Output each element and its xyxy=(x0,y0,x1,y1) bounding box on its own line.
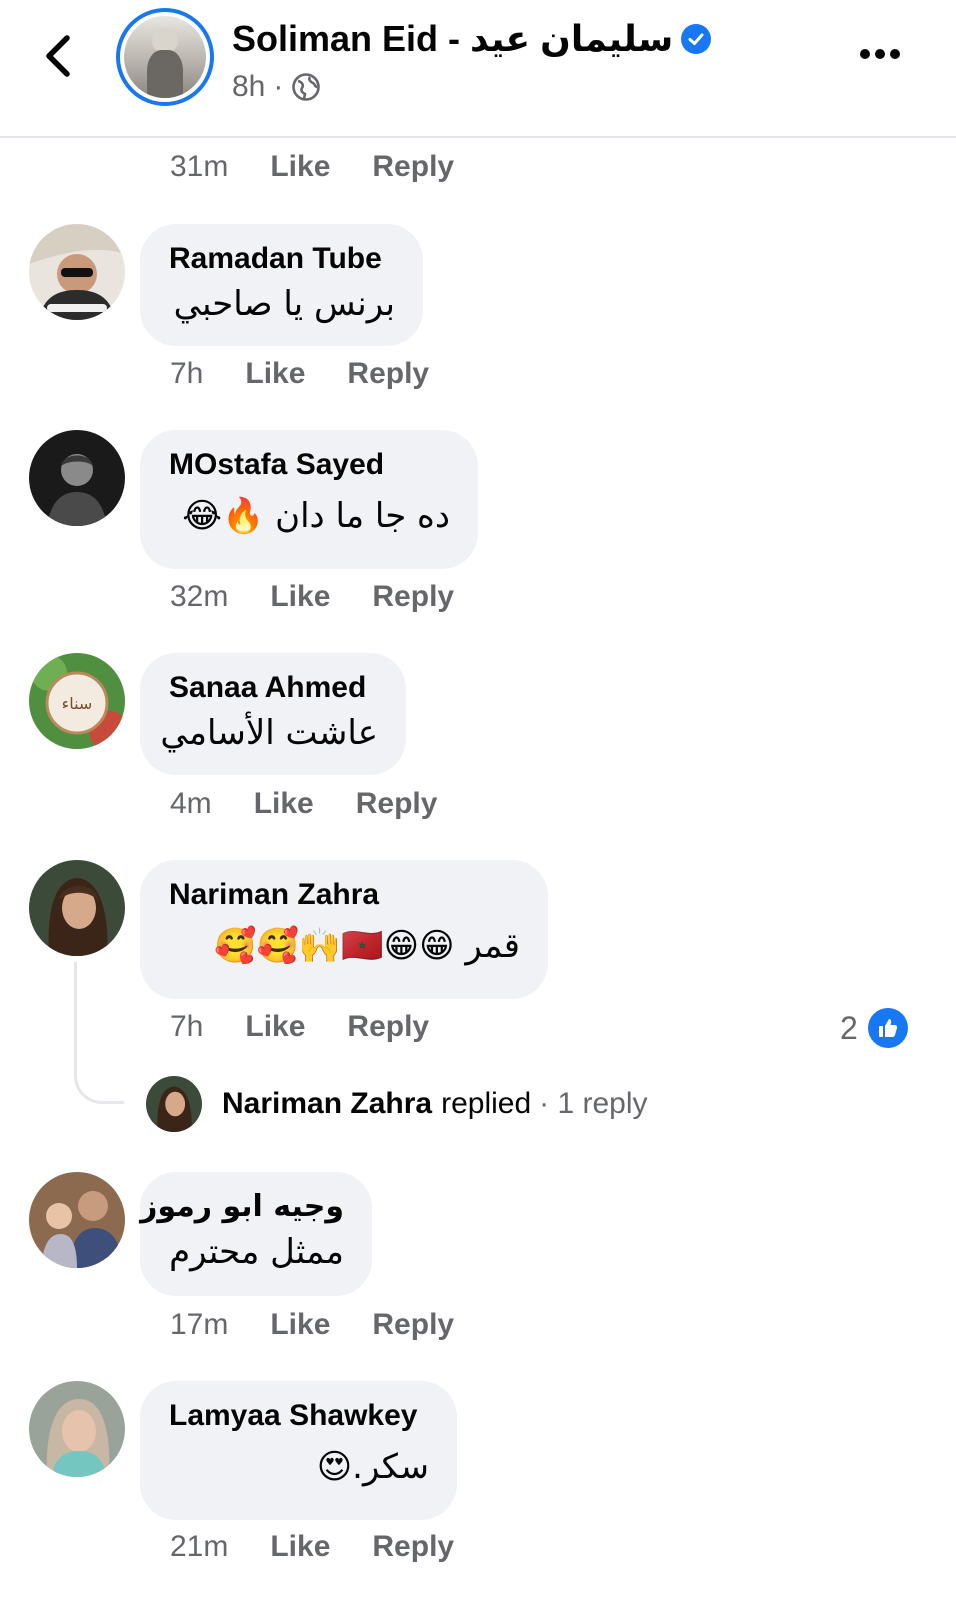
thread-connector xyxy=(74,962,124,1104)
page-title[interactable]: Soliman Eid - سليمان عيد xyxy=(232,18,712,60)
avatar[interactable] xyxy=(29,1381,125,1477)
more-dots-icon xyxy=(860,49,900,59)
comment-text: ممثل محترم xyxy=(169,1232,344,1272)
comment-actions: 32m Like Reply xyxy=(170,580,496,614)
comment-bubble[interactable]: MOstafa Sayed ده جا ما دان 🔥😂 xyxy=(140,430,478,569)
comment-text: ده جا ما دان 🔥😂 xyxy=(182,496,450,536)
globe-icon xyxy=(292,73,321,101)
like-button[interactable]: Like xyxy=(270,580,330,614)
comment-bubble[interactable]: Nariman Zahra قمر 😁😁🇲🇦🙌🥰🥰 xyxy=(140,860,548,999)
comment-actions: 4m Like Reply xyxy=(170,787,479,821)
comment-actions: 7h Like Reply xyxy=(170,1010,471,1044)
profile-name[interactable]: Soliman Eid - سليمان عيد xyxy=(232,18,673,60)
profile-avatar[interactable] xyxy=(116,8,214,106)
profile-photo xyxy=(124,16,206,98)
reply-count: · 1 reply xyxy=(539,1087,648,1120)
back-button[interactable] xyxy=(30,28,86,84)
comment-author[interactable]: Sanaa Ahmed xyxy=(169,669,378,707)
comment-author[interactable]: MOstafa Sayed xyxy=(169,446,450,484)
comment-time[interactable]: 7h xyxy=(170,357,203,391)
reply-button[interactable]: Reply xyxy=(372,150,454,184)
comment-actions: 17m Like Reply xyxy=(170,1308,496,1342)
reply-button[interactable]: Reply xyxy=(372,580,454,614)
reply-button[interactable]: Reply xyxy=(372,1308,454,1342)
avatar-photo xyxy=(29,430,125,526)
avatar[interactable] xyxy=(29,1172,125,1268)
avatar-photo: سناء xyxy=(29,653,125,749)
avatar[interactable] xyxy=(29,860,125,956)
avatar-photo xyxy=(29,224,125,320)
comment-bubble[interactable]: Ramadan Tube برنس يا صاحبي xyxy=(140,224,423,346)
comment-author[interactable]: Lamyaa Shawkey xyxy=(169,1397,429,1435)
like-button[interactable]: Like xyxy=(245,357,305,391)
avatar[interactable] xyxy=(29,430,125,526)
like-reaction-icon xyxy=(867,1008,908,1048)
reply-verb: replied xyxy=(441,1087,532,1120)
comment-time[interactable]: 7h xyxy=(170,1010,203,1044)
like-button[interactable]: Like xyxy=(254,787,314,821)
view-replies-link[interactable]: Nariman Zahra replied · 1 reply xyxy=(146,1076,648,1132)
reply-author: Nariman Zahra xyxy=(222,1087,433,1120)
comment-text: قمر 😁😁🇲🇦🙌🥰🥰 xyxy=(214,926,520,966)
reply-button[interactable]: Reply xyxy=(356,787,438,821)
like-button[interactable]: Like xyxy=(270,1530,330,1564)
post-header: Soliman Eid - سليمان عيد 8h · xyxy=(0,0,956,138)
avatar-photo xyxy=(29,1172,125,1268)
reply-avatar xyxy=(146,1076,202,1132)
comment-text: عاشت الأسامي xyxy=(160,713,378,753)
reply-button[interactable]: Reply xyxy=(347,1010,429,1044)
reaction-count[interactable]: 2 xyxy=(840,1008,908,1048)
post-time[interactable]: 8h xyxy=(232,70,265,104)
comment-bubble[interactable]: وجيه ابو رموز ممثل محترم xyxy=(140,1172,372,1296)
like-button[interactable]: Like xyxy=(245,1010,305,1044)
reply-button[interactable]: Reply xyxy=(372,1530,454,1564)
comment-actions: 7h Like Reply xyxy=(170,357,471,391)
comment-time[interactable]: 4m xyxy=(170,787,212,821)
verified-badge-icon xyxy=(681,24,712,54)
comment-bubble[interactable]: Lamyaa Shawkey سكر.😍 xyxy=(140,1381,457,1520)
avatar-photo xyxy=(29,1381,125,1477)
comment-text: سكر.😍 xyxy=(316,1447,429,1487)
comment-author[interactable]: وجيه ابو رموز xyxy=(140,1188,344,1226)
comment-bubble[interactable]: Sanaa Ahmed عاشت الأسامي xyxy=(140,653,406,775)
post-meta: 8h · xyxy=(232,70,321,104)
comment-author[interactable]: Ramadan Tube xyxy=(169,240,395,278)
comment-actions: 31m Like Reply xyxy=(170,150,496,184)
reply-button[interactable]: Reply xyxy=(347,357,429,391)
avatar[interactable] xyxy=(29,224,125,320)
like-button[interactable]: Like xyxy=(270,1308,330,1342)
avatar[interactable]: سناء xyxy=(29,653,125,749)
comment-time[interactable]: 21m xyxy=(170,1530,228,1564)
avatar-photo xyxy=(29,860,125,956)
comment-time[interactable]: 32m xyxy=(170,580,228,614)
reaction-number: 2 xyxy=(840,1009,858,1046)
avatar-name-text: سناء xyxy=(62,694,93,713)
comment-time[interactable]: 17m xyxy=(170,1308,228,1342)
chevron-left-icon xyxy=(46,35,70,77)
meta-separator: · xyxy=(273,70,284,103)
like-button[interactable]: Like xyxy=(270,150,330,184)
comment-author[interactable]: Nariman Zahra xyxy=(169,876,520,914)
more-options-button[interactable] xyxy=(852,32,908,76)
comment-time[interactable]: 31m xyxy=(170,150,228,184)
comment-text: برنس يا صاحبي xyxy=(173,284,395,324)
comment-actions: 21m Like Reply xyxy=(170,1530,496,1564)
